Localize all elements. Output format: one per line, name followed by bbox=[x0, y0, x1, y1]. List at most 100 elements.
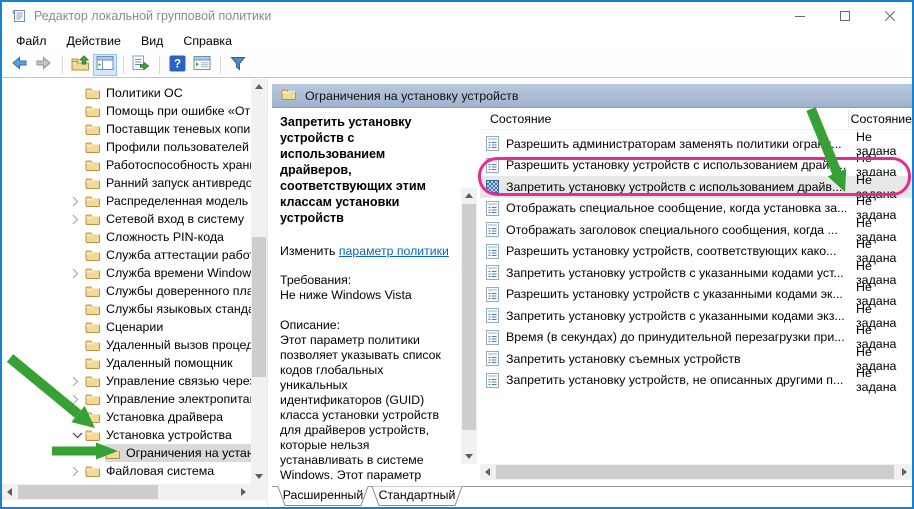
scroll-down-button[interactable] bbox=[251, 469, 267, 484]
scrollbar-thumb[interactable] bbox=[252, 237, 266, 377]
scroll-left-button[interactable] bbox=[2, 484, 17, 500]
policy-row[interactable]: Разрешить установку устройств, соответст… bbox=[480, 237, 912, 265]
tree-item-body[interactable]: Управление электропитан bbox=[85, 390, 251, 408]
toolbar-up-one-level-button[interactable] bbox=[68, 54, 92, 76]
tree-item-body[interactable]: Службы доверенного плат bbox=[85, 282, 251, 300]
chevron-right-icon[interactable] bbox=[72, 376, 85, 387]
tree-item[interactable]: Ограничения на устано bbox=[2, 444, 251, 462]
tree-item-body[interactable]: Распределенная модель С bbox=[85, 192, 251, 210]
menu-item[interactable]: Действие bbox=[56, 32, 130, 50]
toolbar-export-list-button[interactable] bbox=[129, 54, 153, 76]
tree-item[interactable]: Поставщик теневых копий bbox=[2, 120, 251, 138]
tree-item[interactable]: Ранний запуск антивредон bbox=[2, 174, 251, 192]
toolbar-console-tree-button[interactable] bbox=[93, 53, 117, 76]
menu-item[interactable]: Файл bbox=[6, 32, 56, 50]
chevron-right-icon[interactable] bbox=[72, 394, 85, 405]
policy-row[interactable]: Запретить установку устройств с указанны… bbox=[480, 302, 912, 330]
list-rows: Разрешить администраторам заменять полит… bbox=[480, 130, 912, 394]
tab-extended[interactable]: Расширенный bbox=[278, 488, 368, 502]
tree-item-body[interactable]: Сетевой вход в систему bbox=[85, 210, 250, 228]
tree-item-body[interactable]: Сценарии bbox=[85, 318, 169, 336]
tab-standard[interactable]: Стандартный bbox=[372, 488, 462, 502]
tree-item[interactable]: Помощь при ошибке «От bbox=[2, 102, 251, 120]
minimize-button[interactable] bbox=[777, 2, 822, 30]
tree-item[interactable]: Работоспособность храни bbox=[2, 156, 251, 174]
column-header-setting[interactable]: Состояние bbox=[480, 112, 844, 126]
toolbar-show-properties-button[interactable] bbox=[190, 54, 214, 76]
scroll-down-button[interactable] bbox=[461, 449, 477, 464]
tree-item-body[interactable]: Управление связью через bbox=[85, 372, 251, 390]
maximize-button[interactable] bbox=[822, 2, 867, 30]
chevron-down-icon[interactable] bbox=[72, 432, 85, 439]
tree-item[interactable]: Файловая система bbox=[2, 462, 251, 480]
policy-row[interactable]: Отображать специальное сообщение, когда … bbox=[480, 194, 912, 222]
close-button[interactable] bbox=[867, 2, 912, 30]
policy-row[interactable]: Разрешить установку устройств с указанны… bbox=[480, 280, 912, 308]
tree-item-body[interactable]: Поставщик теневых копий bbox=[85, 120, 251, 138]
tree-item[interactable]: Управление электропитан bbox=[2, 390, 251, 408]
tree-item-label: Служба аттестации работо bbox=[106, 248, 251, 262]
tree-item[interactable]: Сложность PIN-кода bbox=[2, 228, 251, 246]
scroll-right-button[interactable] bbox=[897, 464, 912, 480]
tree-item-body[interactable]: Помощь при ошибке «От bbox=[85, 102, 251, 120]
tree-item-body[interactable]: Сложность PIN-кода bbox=[85, 228, 230, 246]
policy-row[interactable]: Запретить установку устройств с указанны… bbox=[480, 259, 912, 287]
policy-row[interactable]: Разрешить администраторам заменять полит… bbox=[480, 130, 912, 158]
chevron-right-icon[interactable] bbox=[72, 268, 85, 279]
tree-item-selected[interactable]: Ограничения на устано bbox=[105, 444, 251, 462]
policy-setting-link[interactable]: параметр политики bbox=[339, 244, 449, 258]
tree-item-body[interactable]: Службы языковых стандар bbox=[85, 300, 251, 318]
toolbar-help-button[interactable]: ? bbox=[165, 54, 189, 76]
tree-item[interactable]: Удаленный помощник bbox=[2, 354, 251, 372]
toolbar-filter-button[interactable] bbox=[226, 54, 250, 76]
toolbar-forward-button[interactable] bbox=[32, 54, 56, 76]
chevron-right-icon[interactable] bbox=[72, 466, 85, 477]
tree-item[interactable]: Служба аттестации работо bbox=[2, 246, 251, 264]
tree-item-body[interactable]: Удаленный помощник bbox=[85, 354, 239, 372]
tree-item-body[interactable]: Профили пользователей bbox=[85, 138, 251, 156]
tree-item[interactable]: Профили пользователей bbox=[2, 138, 251, 156]
tree-item-body[interactable]: Установка драйвера bbox=[85, 408, 229, 426]
tree-item[interactable]: Распределенная модель С bbox=[2, 192, 251, 210]
policy-row[interactable]: Отображать заголовок специального сообще… bbox=[480, 216, 912, 244]
scroll-up-button[interactable] bbox=[461, 188, 477, 203]
column-header-state[interactable]: Состояние bbox=[844, 112, 912, 126]
policy-row[interactable]: Время (в секундах) до принудительной пер… bbox=[480, 323, 912, 351]
tree-item[interactable]: Служба времени Windows bbox=[2, 264, 251, 282]
window-title: Редактор локальной групповой политики bbox=[34, 9, 272, 23]
scroll-left-button[interactable] bbox=[480, 464, 495, 480]
chevron-right-icon[interactable] bbox=[72, 196, 85, 207]
policy-row[interactable]: Запретить установку устройств, не описан… bbox=[480, 366, 912, 394]
policy-row[interactable]: Разрешить установку устройств с использо… bbox=[480, 151, 912, 179]
policy-row[interactable]: Запретить установку съемных устройств Не … bbox=[480, 345, 912, 373]
scroll-right-button[interactable] bbox=[236, 484, 251, 500]
tree-item[interactable]: Сценарии bbox=[2, 318, 251, 336]
tree-item[interactable]: Установка устройства bbox=[2, 426, 251, 444]
tree-item-body[interactable]: Файловая система bbox=[85, 462, 220, 480]
scroll-right-icon bbox=[241, 488, 246, 496]
tree-item-body[interactable]: Работоспособность храни bbox=[85, 156, 251, 174]
tree-item[interactable]: Управление связью через bbox=[2, 372, 251, 390]
scrollbar-thumb[interactable] bbox=[462, 204, 476, 430]
tree-item-body[interactable]: Ранний запуск антивредон bbox=[85, 174, 251, 192]
tree-item[interactable]: Удаленный вызов процеду bbox=[2, 336, 251, 354]
scrollbar-thumb[interactable] bbox=[496, 465, 894, 479]
menu-item[interactable]: Справка bbox=[173, 32, 242, 50]
chevron-right-icon[interactable] bbox=[72, 214, 85, 225]
tree-item-body[interactable]: Служба аттестации работо bbox=[85, 246, 251, 264]
scroll-up-button[interactable] bbox=[251, 79, 267, 94]
tree-item[interactable]: Установка драйвера bbox=[2, 408, 251, 426]
tree-item[interactable]: Службы языковых стандар bbox=[2, 300, 251, 318]
toolbar-back-button[interactable] bbox=[7, 54, 31, 76]
tree-item-body[interactable]: Установка устройства bbox=[85, 426, 238, 444]
scrollbar-thumb[interactable] bbox=[18, 485, 158, 499]
policy-row-selected[interactable]: Запретить установку устройств с использо… bbox=[480, 173, 912, 201]
policy-setting-icon bbox=[486, 372, 500, 388]
tree-item[interactable]: Политики ОС bbox=[2, 84, 251, 102]
tree-item-body[interactable]: Служба времени Windows bbox=[85, 264, 251, 282]
tree-item[interactable]: Службы доверенного плат bbox=[2, 282, 251, 300]
tree-item-body[interactable]: Удаленный вызов процеду bbox=[85, 336, 251, 354]
menu-item[interactable]: Вид bbox=[131, 32, 173, 50]
tree-item[interactable]: Сетевой вход в систему bbox=[2, 210, 251, 228]
tree-item-body[interactable]: Политики ОС bbox=[85, 84, 189, 102]
